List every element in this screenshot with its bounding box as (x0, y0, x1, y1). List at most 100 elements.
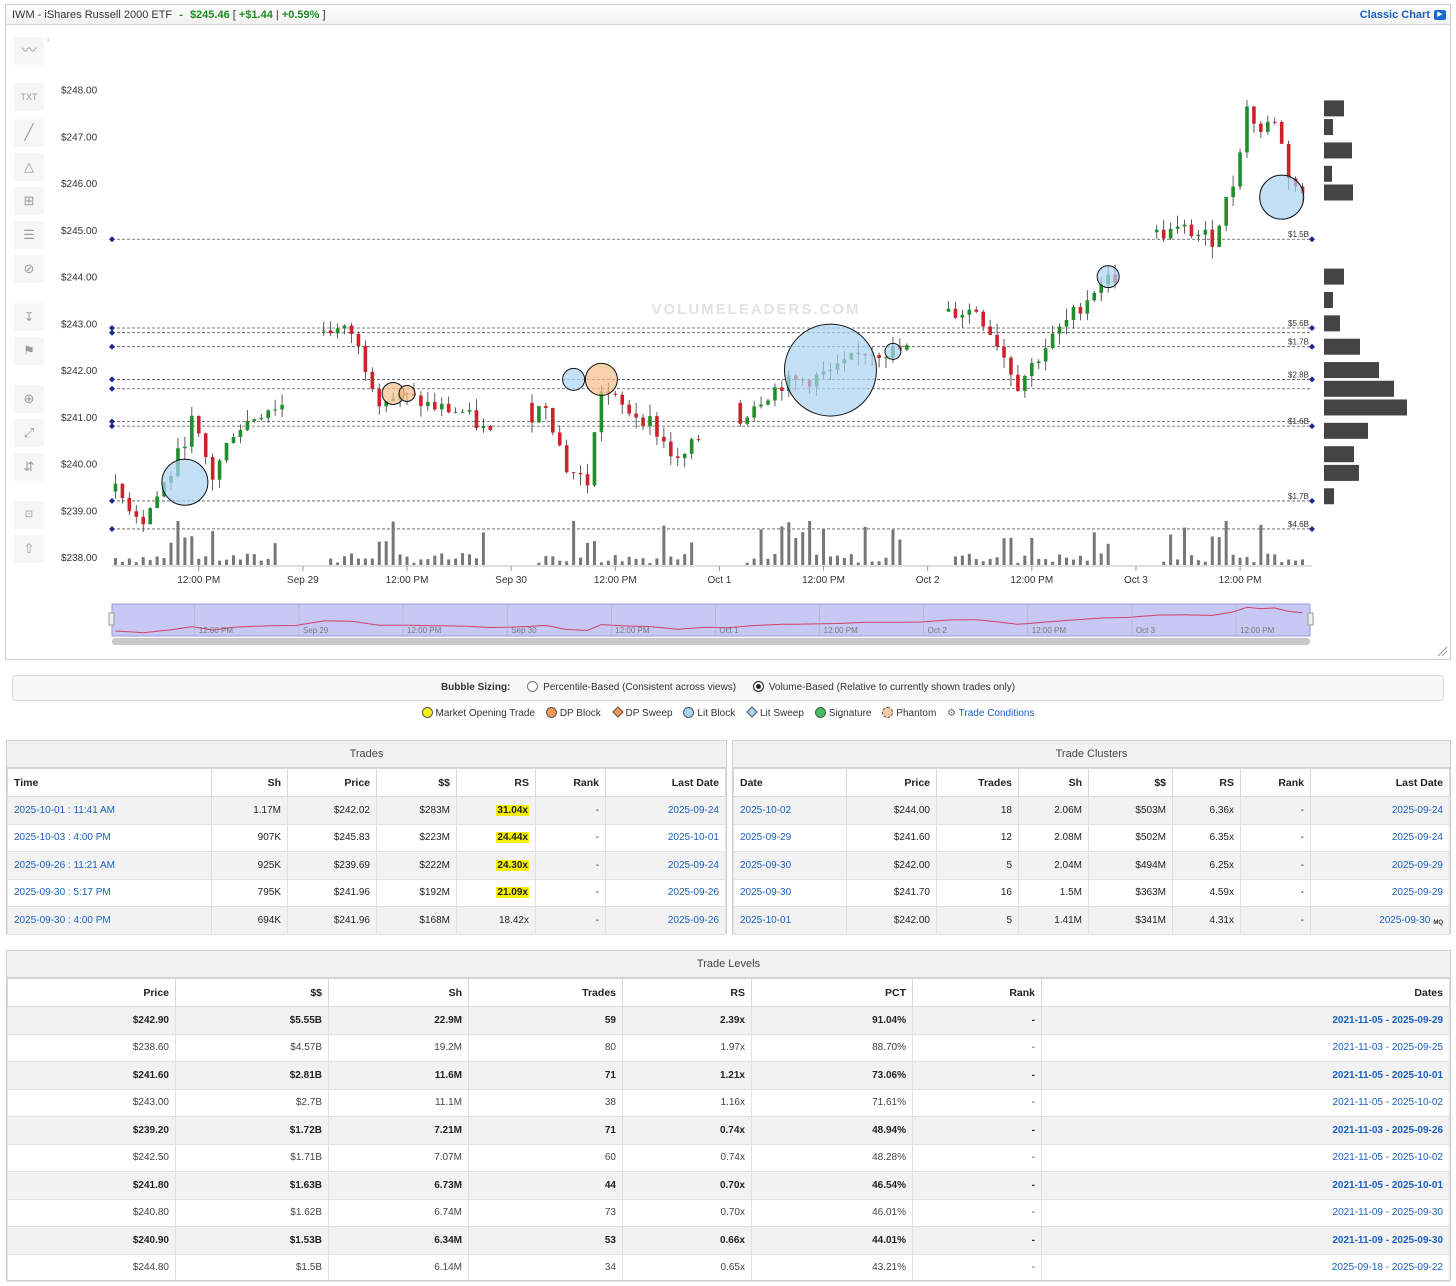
level-dates-link[interactable]: 2021-11-05 - 2025-10-02 (1333, 1097, 1443, 1108)
trade-time-link[interactable]: 2025-09-30 : 4:00 PM (14, 915, 111, 926)
col-last-date[interactable]: Last Date (605, 768, 726, 797)
trade-time-link[interactable]: 2025-10-03 : 4:00 PM (14, 832, 111, 843)
cluster-last-date-link[interactable]: 2025-09-30 (1379, 915, 1430, 926)
cluster-last-date-link[interactable]: 2025-09-29 (1392, 860, 1443, 871)
col-dollars[interactable]: $$ (175, 978, 329, 1007)
cluster-last-date-link[interactable]: 2025-09-24 (1392, 832, 1443, 843)
trade-time-link[interactable]: 2025-09-30 : 5:17 PM (14, 887, 111, 898)
cluster-date-link[interactable]: 2025-09-30 (740, 860, 791, 871)
col-rank[interactable]: Rank (535, 768, 606, 797)
percentile-radio[interactable] (527, 681, 539, 692)
legend-signature[interactable]: Signature (814, 707, 872, 719)
col-rs[interactable]: RS (1172, 768, 1241, 797)
level-dates-link[interactable]: 2021-11-09 - 2025-09-30 (1333, 1207, 1443, 1218)
candle-up (481, 426, 486, 429)
trade-clusters-table: Date Price Trades Sh $$ RS Rank Last Dat… (733, 768, 1450, 935)
fullscreen-icon[interactable]: ⤢ (14, 419, 44, 447)
level-rank: - (912, 1061, 1042, 1090)
legend-dp-block[interactable]: DP Block (545, 707, 601, 719)
cluster-trades: 18 (936, 796, 1019, 825)
col-sh[interactable]: Sh (211, 768, 288, 797)
volume-radio[interactable] (752, 681, 764, 692)
trade-time-link[interactable]: 2025-09-26 : 11:21 AM (14, 860, 115, 871)
col-price[interactable]: Price (846, 768, 937, 797)
lit-block-bubble (1259, 174, 1305, 220)
col-rs[interactable]: RS (456, 768, 536, 797)
col-date[interactable]: Date (733, 768, 847, 797)
level-dates-link[interactable]: 2021-11-03 - 2025-09-25 (1333, 1042, 1443, 1053)
cluster-last-date-link[interactable]: 2025-09-24 (1392, 805, 1443, 816)
legend-market-opening[interactable]: Market Opening Trade (421, 707, 535, 719)
trade-last-date-link[interactable]: 2025-10-01 (668, 832, 719, 843)
measure-icon[interactable]: ↧ (14, 303, 44, 331)
col-trades[interactable]: Trades (936, 768, 1019, 797)
candle-down (203, 433, 208, 457)
volume-bar (974, 559, 978, 565)
cluster-last-date-link[interactable]: 2025-09-29 (1392, 887, 1443, 898)
level-dates-link[interactable]: 2025-09-18 - 2025-09-22 (1332, 1262, 1443, 1273)
trade-last-date-link[interactable]: 2025-09-24 (668, 805, 719, 816)
legend-lit-block[interactable]: Lit Block (683, 707, 735, 719)
ratio-icon[interactable]: ⊡ (14, 501, 44, 529)
col-dollars[interactable]: $$ (376, 768, 457, 797)
level-dates-link[interactable]: 2021-11-09 - 2025-09-30 (1332, 1235, 1443, 1246)
candle-down (1189, 224, 1194, 237)
cluster-date-link[interactable]: 2025-10-02 (740, 805, 791, 816)
col-trades[interactable]: Trades (468, 978, 623, 1007)
col-sh[interactable]: Sh (1018, 768, 1089, 797)
col-time[interactable]: Time (7, 768, 212, 797)
legend-lit-sweep[interactable]: Lit Sweep (746, 706, 804, 719)
zoom-target-icon[interactable]: ⊕ (14, 385, 44, 413)
legend-phantom[interactable]: Phantom (882, 707, 936, 719)
level-rs: 0.66x (622, 1226, 752, 1255)
line-icon[interactable]: ╱ (14, 119, 44, 147)
level-marker-left (109, 385, 115, 392)
col-dollars[interactable]: $$ (1088, 768, 1173, 797)
level-dates-link[interactable]: 2021-11-05 - 2025-10-02 (1333, 1152, 1443, 1163)
trade-time-link[interactable]: 2025-10-01 : 11:41 AM (14, 805, 115, 816)
trade-last-date-link[interactable]: 2025-09-26 (668, 915, 719, 926)
volume-option-label[interactable]: Volume-Based (Relative to currently show… (769, 682, 1015, 693)
col-price[interactable]: Price (287, 768, 377, 797)
volume-profile-bar (1324, 464, 1359, 481)
table-row: 2025-10-01 $242.00 5 1.41M $341M 4.31x -… (733, 906, 1450, 935)
level-dates-link[interactable]: 2021-11-05 - 2025-09-29 (1332, 1015, 1443, 1026)
volume-bar (426, 559, 430, 565)
legend-trade-conditions[interactable]: ⚙ Trade Conditions (947, 708, 1034, 719)
col-dates[interactable]: Dates (1041, 978, 1450, 1007)
trade-last-date-link[interactable]: 2025-09-24 (668, 860, 719, 871)
volume-bar (648, 562, 652, 565)
level-value-label: $4.6B (1288, 520, 1309, 529)
candle-up (745, 417, 749, 424)
col-sh[interactable]: Sh (328, 978, 469, 1007)
col-price[interactable]: Price (7, 978, 176, 1007)
volume-profile-bar (1324, 362, 1379, 379)
grid-icon[interactable]: ☰ (14, 221, 44, 249)
flag-icon[interactable]: ⚑ (14, 337, 44, 365)
trend-lines-icon[interactable]: 〰 (14, 37, 44, 65)
col-rank[interactable]: Rank (912, 978, 1042, 1007)
export-icon[interactable]: ⇧ (14, 535, 44, 563)
level-dates-link[interactable]: 2021-11-05 - 2025-10-01 (1332, 1070, 1443, 1081)
candlestick-chart[interactable]: VOLUMELEADERS.COM $238.00 $239.00 $240.00 $2… (6, 5, 1452, 661)
level-dates-link[interactable]: 2021-11-05 - 2025-10-01 (1332, 1180, 1443, 1191)
level-dates-link[interactable]: 2021-11-03 - 2025-09-26 (1332, 1125, 1443, 1136)
fib-icon[interactable]: △ (14, 153, 44, 181)
range-icon[interactable]: ⇵ (14, 453, 44, 481)
percentile-option-label[interactable]: Percentile-Based (Consistent across view… (543, 682, 736, 693)
crosshair-box-icon[interactable]: ⊞ (14, 187, 44, 215)
legend-dp-sweep[interactable]: DP Sweep (611, 706, 673, 719)
cluster-date-link[interactable]: 2025-09-29 (740, 832, 791, 843)
col-rank[interactable]: Rank (1240, 768, 1311, 797)
trade-last-date-link[interactable]: 2025-09-26 (668, 887, 719, 898)
cluster-date-link[interactable]: 2025-10-01 (740, 915, 791, 926)
text-icon[interactable]: TXT (14, 83, 44, 111)
col-last-date[interactable]: Last Date (1310, 768, 1450, 797)
candle-down (641, 417, 645, 427)
resize-grip-icon[interactable] (1436, 645, 1448, 657)
eye-hide-icon[interactable]: ⊘ (14, 255, 44, 283)
cluster-date-link[interactable]: 2025-09-30 (740, 887, 791, 898)
col-rs[interactable]: RS (622, 978, 752, 1007)
col-pct[interactable]: PCT (751, 978, 913, 1007)
collapse-toolbar-icon[interactable]: ‹ (47, 35, 50, 44)
